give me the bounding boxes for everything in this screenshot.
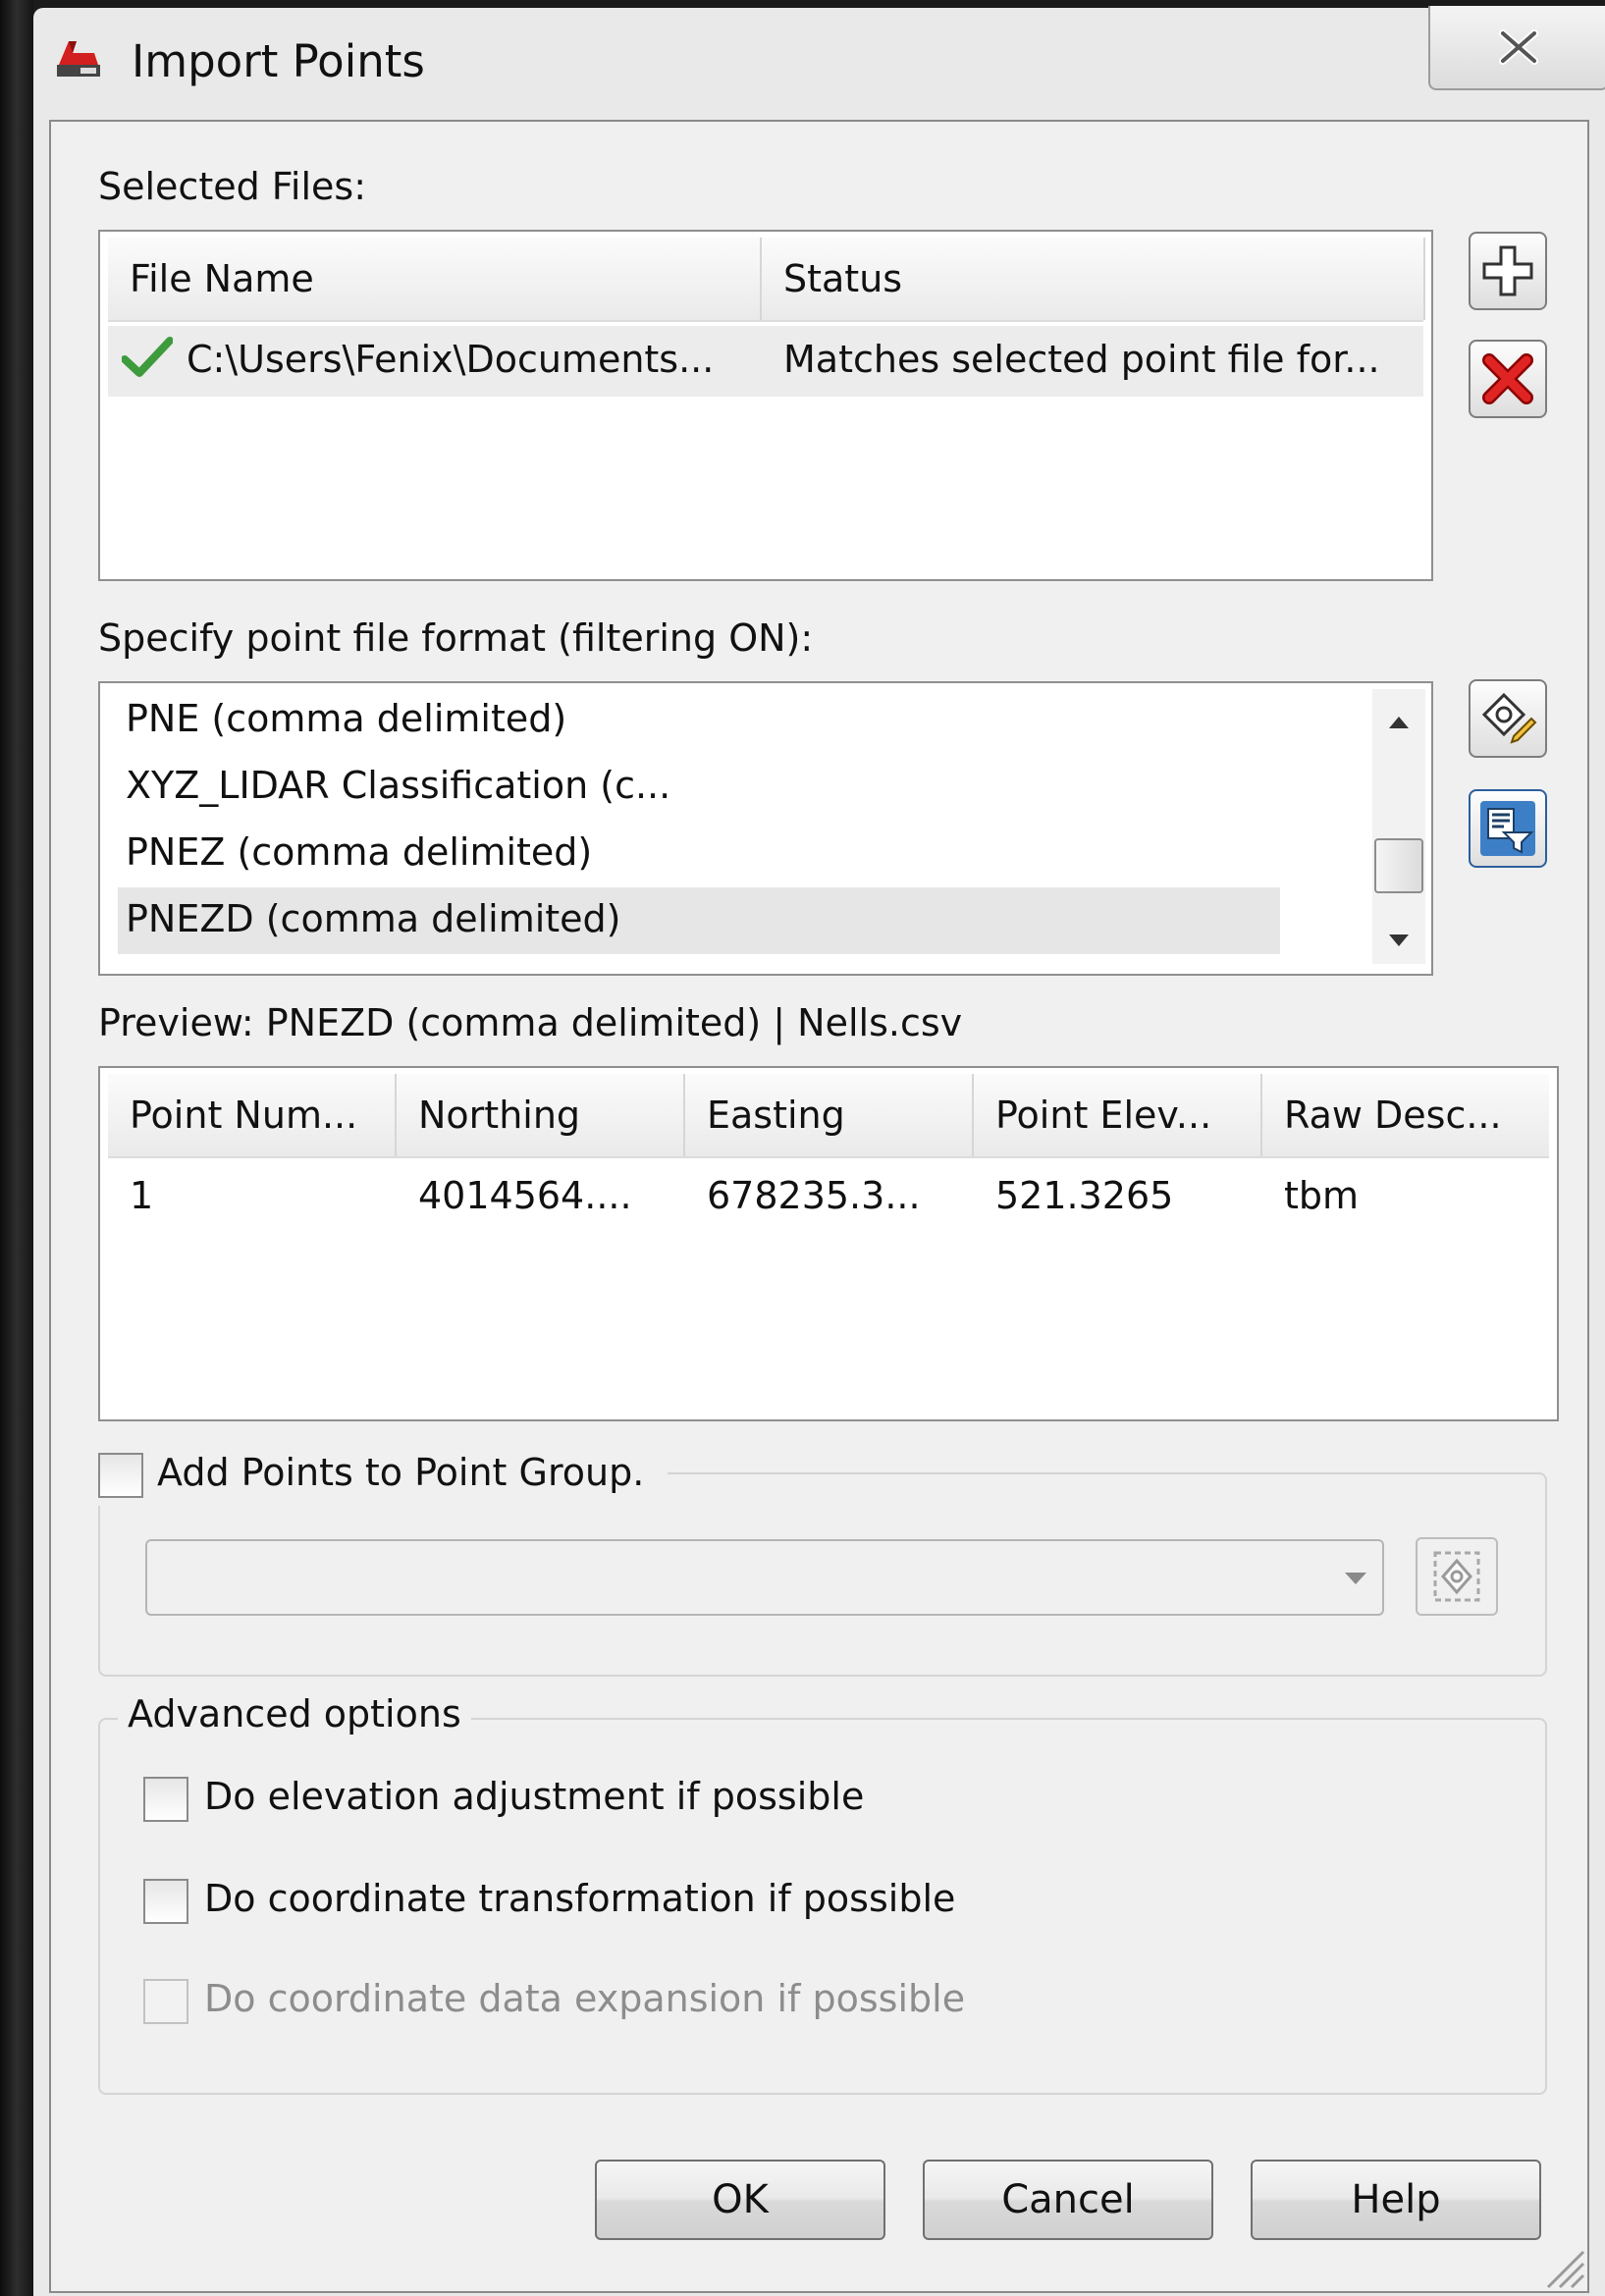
remove-file-icon [1482, 353, 1533, 404]
remove-file-button[interactable] [1469, 340, 1547, 418]
create-point-group-button[interactable] [1416, 1537, 1498, 1616]
scroll-up-arrow-icon[interactable] [1389, 717, 1409, 728]
column-header-status[interactable]: Status [762, 238, 1425, 320]
add-file-button[interactable] [1469, 232, 1547, 310]
checkmark-icon [122, 337, 173, 377]
column-header-raw-description[interactable]: Raw Desc... [1262, 1074, 1549, 1156]
elevation-adjustment-option[interactable]: Do elevation adjustment if possible [143, 1771, 1027, 1830]
column-header-point-number[interactable]: Point Num... [108, 1074, 397, 1156]
ok-button[interactable]: OK [595, 2160, 885, 2240]
cell-raw-description: tbm [1284, 1174, 1360, 1217]
file-name-cell: C:\Users\Fenix\Documents... [187, 338, 715, 381]
add-file-icon [1482, 245, 1533, 296]
preview-header: Point Num... Northing Easting Point Elev… [108, 1074, 1549, 1158]
window-shadow [0, 0, 33, 2296]
table-row[interactable]: 1 4014564.... 678235.3... 521.3265 tbm [108, 1162, 1549, 1233]
add-to-point-group-checkbox[interactable] [98, 1453, 143, 1498]
title-bar[interactable]: Import Points [33, 6, 1605, 121]
close-icon [1499, 29, 1538, 65]
preview-grid[interactable]: Point Num... Northing Easting Point Elev… [98, 1066, 1559, 1421]
elevation-adjustment-label: Do elevation adjustment if possible [204, 1775, 865, 1818]
create-point-group-icon [1433, 1551, 1480, 1602]
window-title: Import Points [132, 35, 425, 87]
list-item[interactable]: XYZ_LIDAR Classification (c... [126, 764, 670, 807]
scroll-down-arrow-icon[interactable] [1389, 934, 1409, 946]
point-file-format-label: Specify point file format (filtering ON)… [98, 616, 814, 660]
elevation-adjustment-checkbox[interactable] [143, 1777, 188, 1822]
civil3d-app-icon [57, 41, 100, 77]
advanced-options-legend: Advanced options [118, 1692, 471, 1735]
scrollbar-thumb[interactable] [1374, 838, 1423, 893]
filter-formats-icon [1480, 801, 1535, 856]
list-item[interactable]: PNEZ (comma delimited) [126, 830, 592, 874]
add-points-to-group-option[interactable]: Add Points to Point Group. [94, 1447, 669, 1506]
coordinate-data-expansion-option: Do coordinate data expansion if possible [143, 1973, 1027, 2032]
preview-label: Preview: PNEZD (comma delimited) | Nells… [98, 1001, 963, 1044]
add-to-point-group-label: Add Points to Point Group. [157, 1451, 645, 1494]
coordinate-data-expansion-checkbox [143, 1979, 188, 2024]
column-header-easting[interactable]: Easting [685, 1074, 974, 1156]
column-header-file-name[interactable]: File Name [108, 238, 762, 320]
chevron-down-icon [1345, 1573, 1366, 1584]
close-button[interactable] [1428, 6, 1605, 90]
coordinate-transformation-option[interactable]: Do coordinate transformation if possible [143, 1873, 1027, 1932]
manage-formats-icon [1481, 692, 1537, 744]
cancel-button[interactable]: Cancel [923, 2160, 1213, 2240]
point-group-dropdown[interactable] [145, 1539, 1384, 1616]
cell-easting: 678235.3... [707, 1174, 921, 1217]
table-row[interactable]: C:\Users\Fenix\Documents... Matches sele… [108, 326, 1423, 397]
selected-files-label: Selected Files: [98, 165, 366, 208]
coordinate-data-expansion-label: Do coordinate data expansion if possible [204, 1977, 966, 2020]
dialog-client-area: Selected Files: File Name Status C:\User… [49, 120, 1589, 2293]
manage-formats-button[interactable] [1469, 679, 1547, 758]
selected-files-grid[interactable]: File Name Status C:\Users\Fenix\Document… [98, 230, 1433, 581]
vertical-scrollbar[interactable] [1372, 689, 1425, 964]
list-item-selected[interactable]: PNEZD (comma delimited) [118, 887, 1280, 954]
cell-point-number: 1 [130, 1174, 154, 1217]
filter-formats-button[interactable] [1469, 789, 1547, 868]
coordinate-transformation-checkbox[interactable] [143, 1879, 188, 1924]
selected-files-header: File Name Status [108, 238, 1425, 322]
coordinate-transformation-label: Do coordinate transformation if possible [204, 1877, 956, 1920]
help-button[interactable]: Help [1251, 2160, 1541, 2240]
point-file-format-list[interactable]: PNE (comma delimited) XYZ_LIDAR Classifi… [98, 681, 1433, 976]
resize-grip-icon[interactable] [1538, 2242, 1585, 2289]
column-header-northing[interactable]: Northing [397, 1074, 685, 1156]
cell-northing: 4014564.... [418, 1174, 632, 1217]
list-item[interactable]: PNE (comma delimited) [126, 697, 566, 740]
import-points-dialog: Import Points Selected Files: File Name … [33, 6, 1605, 2296]
list-item-label: PNEZD (comma delimited) [126, 897, 621, 940]
column-header-point-elevation[interactable]: Point Elev... [974, 1074, 1262, 1156]
cell-point-elevation: 521.3265 [995, 1174, 1174, 1217]
status-cell: Matches selected point file for... [783, 338, 1380, 381]
